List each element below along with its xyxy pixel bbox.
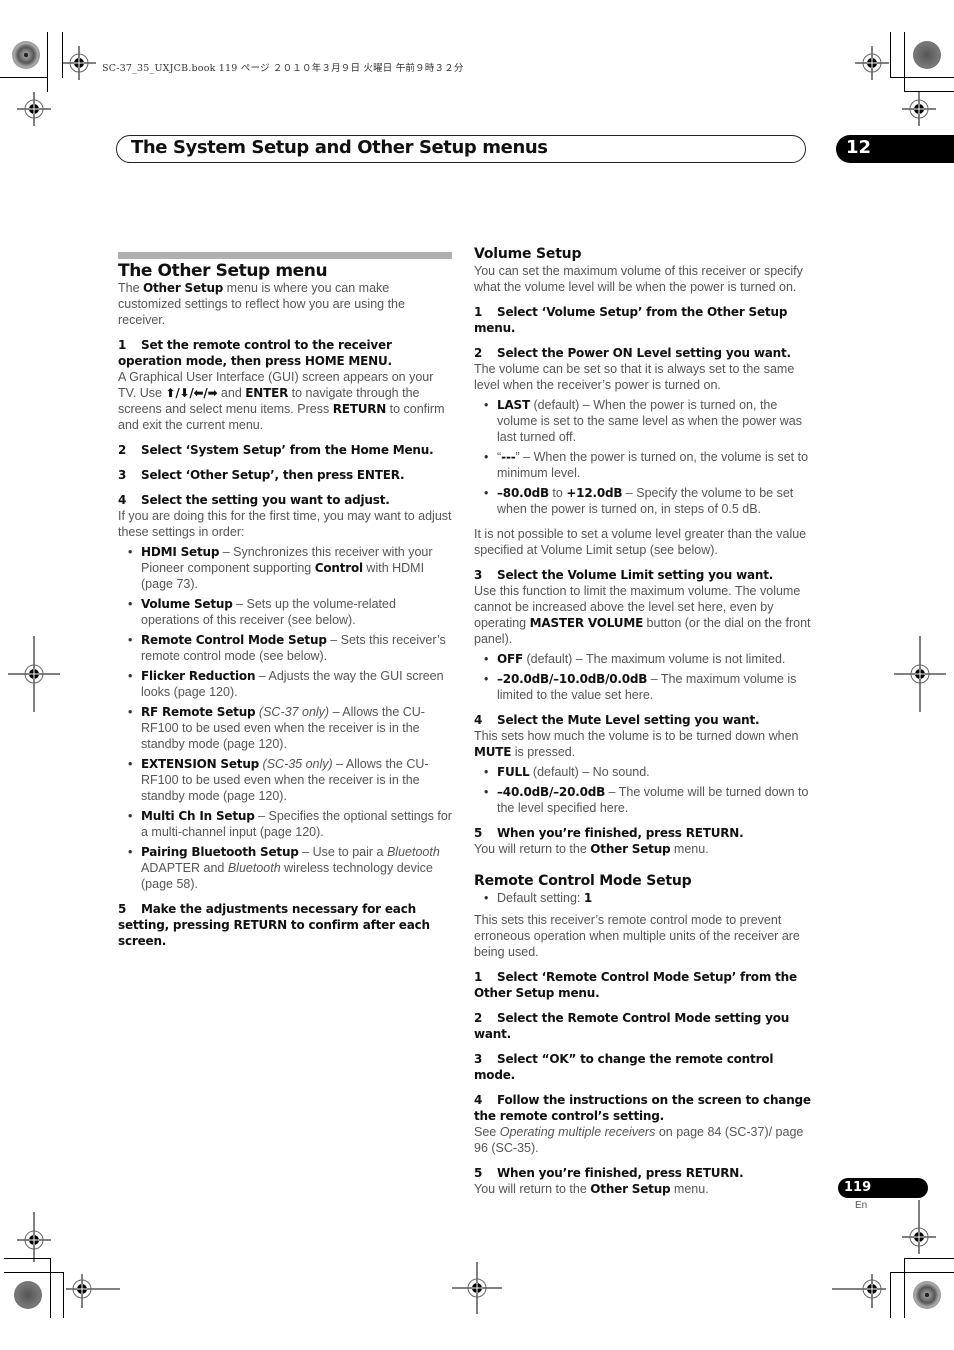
remote-step-1: 1 Select ‘Remote Control Mode Setup’ from… [474,970,797,1000]
intro-paragraph: The Other Setup menu is where you can ma… [118,281,405,327]
registration-starburst-icon [12,41,40,69]
remote-mode-title: Remote Control Mode Setup [474,873,692,889]
crosshair-target-icon [832,1274,886,1308]
section-divider [118,252,452,259]
crop-line [63,1272,64,1318]
crop-line [47,32,48,92]
list-item: Volume Setup – Sets up the volume-relate… [128,596,452,628]
crosshair-target-icon [62,46,96,80]
volume-step-5-body: You will return to the Other Setup menu. [474,842,709,856]
volume-step-4-body: This sets how much the volume is to be t… [474,729,799,759]
crosshair-target-icon [66,1274,120,1308]
step-3: 3 Select ‘Other Setup’, then press ENTER. [118,468,405,482]
volume-limit-options: OFF (default) – The maximum volume is no… [474,651,814,703]
page-number: 119 [844,1180,872,1195]
list-item: HDMI Setup – Synchronizes this receiver … [128,544,452,592]
list-item: OFF (default) – The maximum volume is no… [484,651,814,667]
registration-starburst-icon [913,1281,941,1309]
list-item: Default setting: 1 [484,890,814,906]
step-4-body: If you are doing this for the first time… [118,509,452,539]
crosshair-target-icon [855,46,889,80]
crosshair-target-icon [902,1200,936,1254]
crop-line [904,1258,905,1318]
section-title: The Other Setup menu [118,261,328,281]
remote-step-5-body: You will return to the Other Setup menu. [474,1182,709,1196]
crop-line [4,1272,64,1273]
mute-level-options: FULL (default) – No sound. –40.0dB/–20.0… [474,764,814,816]
list-item: RF Remote Setup (SC-37 only) – Allows th… [128,704,452,752]
remote-step-4: 4 Follow the instructions on the screen t… [474,1093,811,1123]
right-column: Volume Setup You can set the maximum vol… [474,246,814,1206]
volume-step-4: 4 Select the Mute Level setting you want. [474,713,760,727]
arrow-keys-icon: ⬆/⬇/⬅/➡ [165,386,218,400]
list-item: EXTENSION Setup (SC-35 only) – Allows th… [128,756,452,804]
volume-step-2-body: The volume can be set so that it is alwa… [474,362,795,392]
crop-line [890,77,954,78]
step-5: 5 Make the adjustments necessary for each… [118,902,430,948]
crosshair-target-icon [452,1262,502,1314]
page-language: En [855,1200,868,1211]
remote-step-3: 3 Select “OK” to change the remote contro… [474,1052,774,1082]
list-item: –20.0dB/–10.0dB/0.0dB – The maximum volu… [484,671,814,703]
list-item: LAST (default) – When the power is turne… [484,397,814,445]
crosshair-target-icon [17,1212,51,1262]
registration-dot-icon [14,1281,42,1309]
volume-step-3: 3 Select the Volume Limit setting you wan… [474,568,774,582]
registration-dot-icon [913,41,941,69]
crop-line [890,1272,954,1273]
power-on-level-options: LAST (default) – When the power is turne… [474,397,814,517]
step-1-body: A Graphical User Interface (GUI) screen … [118,370,445,432]
step-4: 4 Select the setting you want to adjust. [118,493,390,507]
volume-setup-title: Volume Setup [474,246,582,262]
volume-step-5: 5 When you’re finished, press RETURN. [474,826,744,840]
remote-step-5: 5 When you’re finished, press RETURN. [474,1166,744,1180]
volume-step-3-body: Use this function to limit the maximum v… [474,584,811,646]
remote-default: Default setting: 1 [474,890,814,906]
crosshair-target-icon [17,92,51,126]
crop-line [890,32,891,78]
volume-step-2: 2 Select the Power ON Level setting you w… [474,346,791,360]
list-item: Multi Ch In Setup – Specifies the option… [128,808,452,840]
step-2: 2 Select ‘System Setup’ from the Home Men… [118,443,434,457]
list-item: Pairing Bluetooth Setup – Use to pair a … [128,844,452,892]
remote-intro: This sets this receiver’s remote control… [474,913,800,959]
book-info-line: SC-37_35_UXJCB.book 119 ページ ２０１０年３月９日 火曜… [102,63,464,74]
volume-note: It is not possible to set a volume level… [474,527,807,557]
list-item: FULL (default) – No sound. [484,764,814,780]
volume-step-1: 1 Select ‘Volume Setup’ from the Other Se… [474,305,788,335]
crop-line [890,1272,891,1318]
crosshair-target-icon [902,92,936,126]
list-item: –80.0dB to +12.0dB – Specify the volume … [484,485,814,517]
crop-line [0,77,48,78]
chapter-number: 12 [846,137,872,158]
list-item: Remote Control Mode Setup – Sets this re… [128,632,452,664]
settings-list: HDMI Setup – Synchronizes this receiver … [118,544,452,892]
list-item: “---” – When the power is turned on, the… [484,449,814,481]
step-1: 1 Set the remote control to the receiver … [118,338,392,368]
list-item: –40.0dB/–20.0dB – The volume will be tur… [484,784,814,816]
remote-step-4-body: See Operating multiple receivers on page… [474,1125,804,1155]
chapter-title: The System Setup and Other Setup menus [131,137,548,158]
crop-line [904,32,905,92]
crop-line [904,1258,954,1259]
crop-line [50,1258,51,1318]
left-column: The Other Setup menu The Other Setup men… [118,252,452,949]
remote-step-2: 2 Select the Remote Control Mode setting … [474,1011,790,1041]
volume-intro: You can set the maximum volume of this r… [474,264,803,294]
crosshair-target-icon [8,636,60,712]
list-item: Flicker Reduction – Adjusts the way the … [128,668,452,700]
crosshair-target-icon [894,636,946,712]
